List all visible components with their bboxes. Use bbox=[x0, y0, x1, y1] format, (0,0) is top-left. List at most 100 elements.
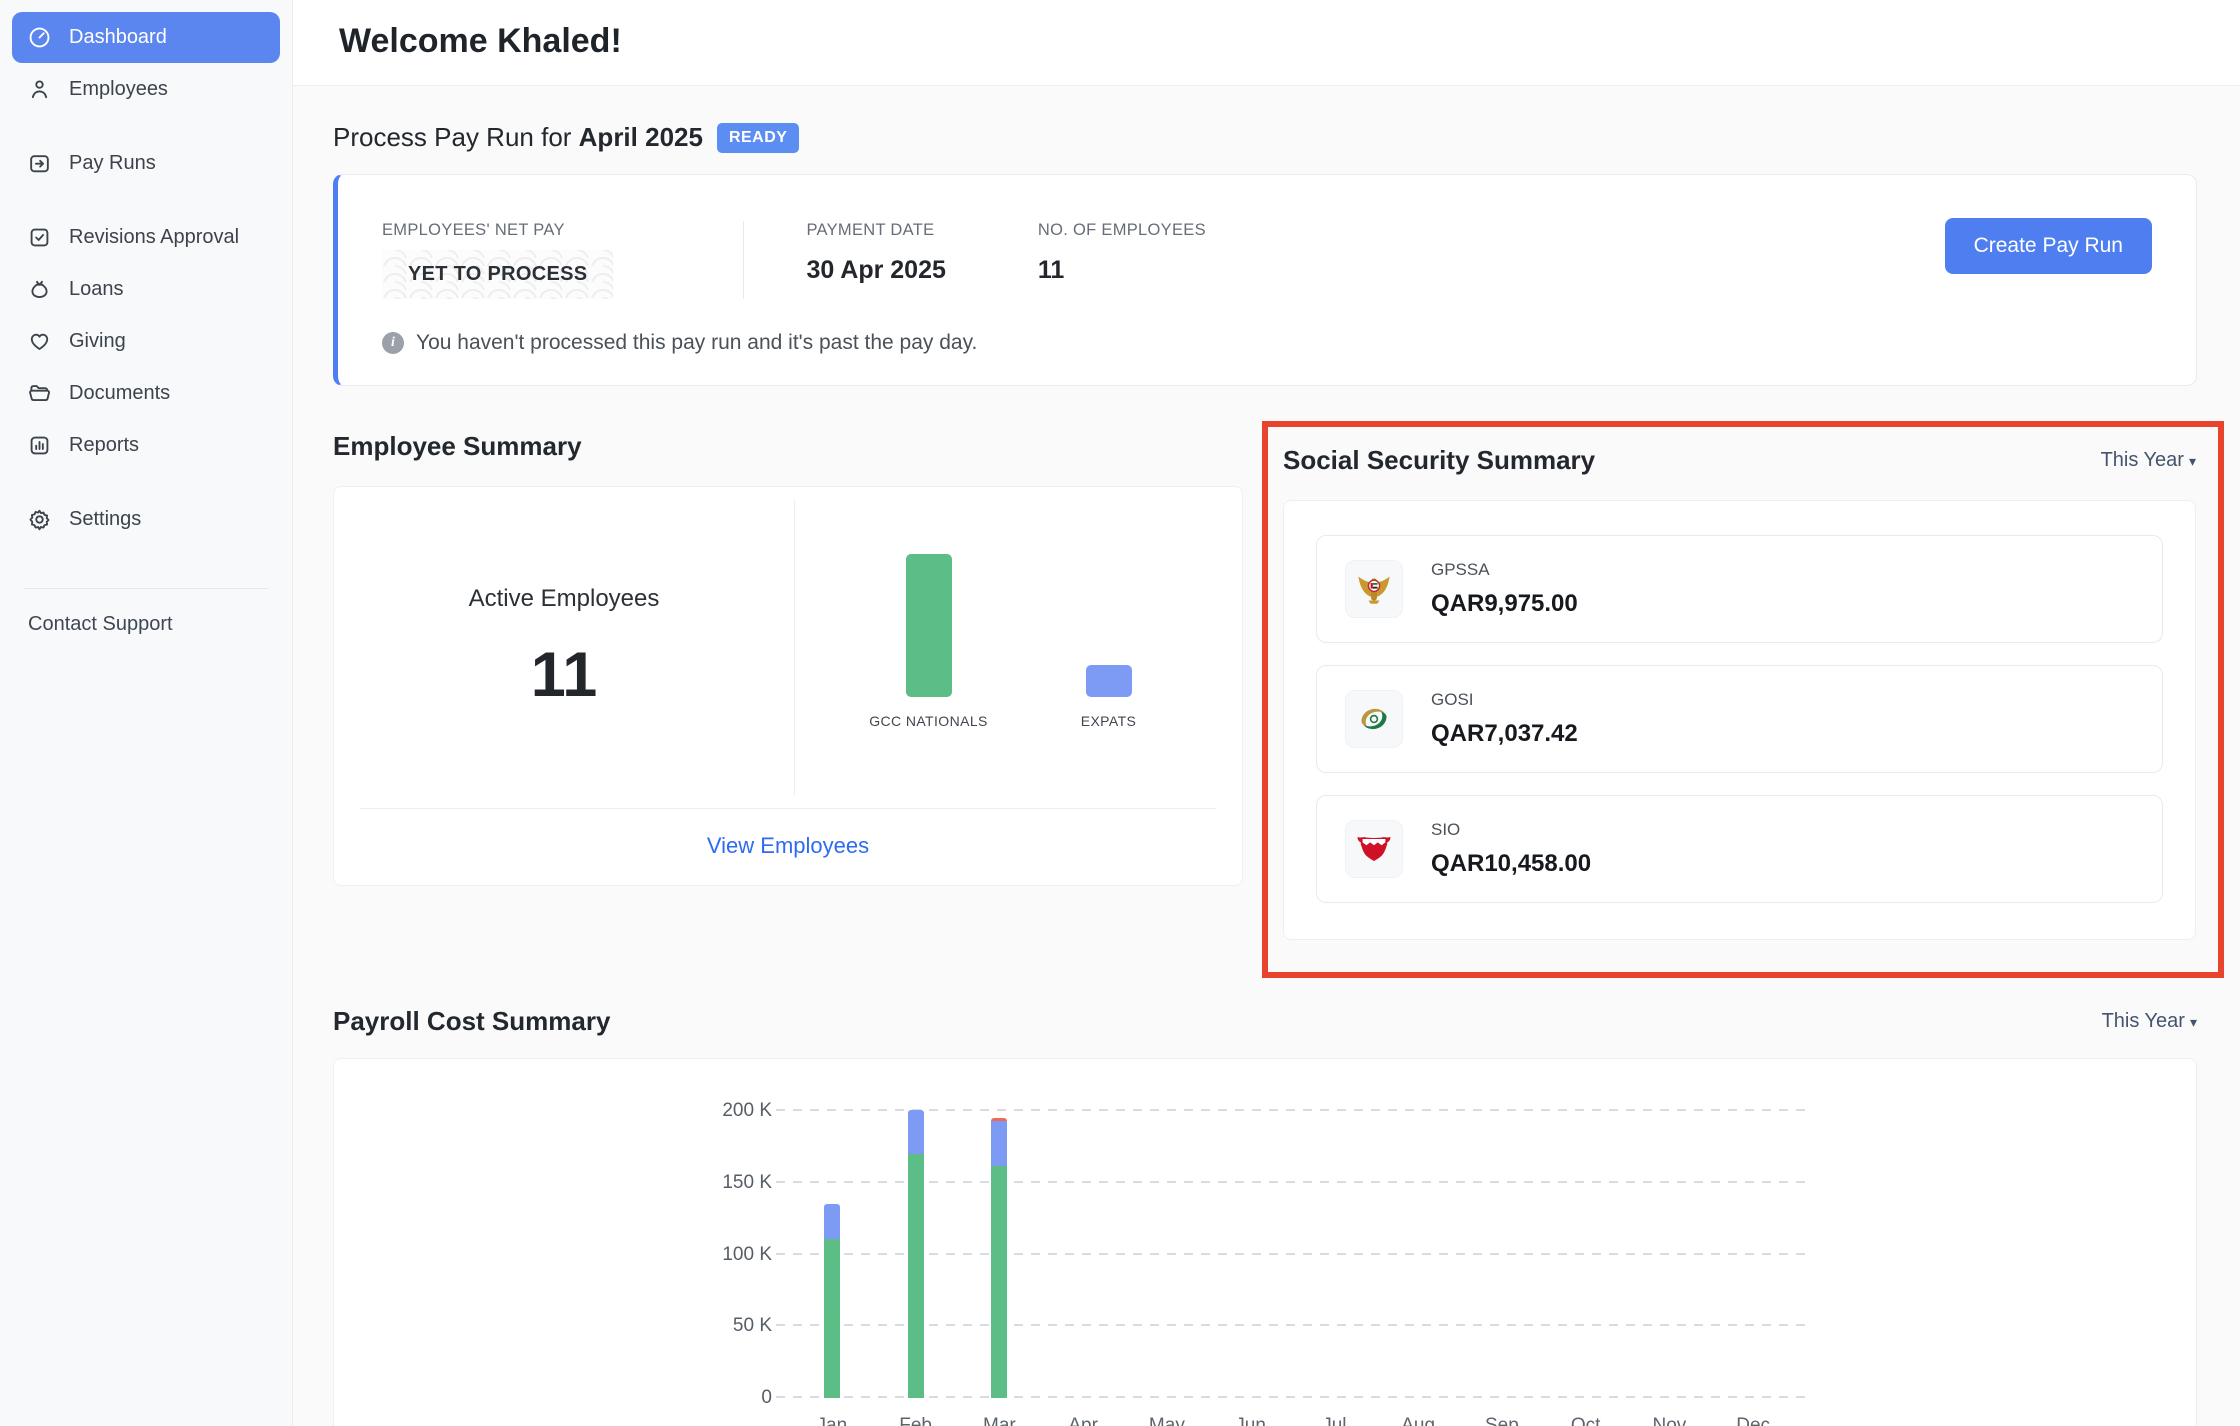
bar-segment-green bbox=[908, 1154, 924, 1398]
active-employees-count: 11 bbox=[531, 639, 598, 711]
social-security-row-text: GOSI QAR7,037.42 bbox=[1431, 690, 1578, 748]
mini-bar-group: GCC NATIONALS bbox=[869, 554, 989, 769]
contact-support-link[interactable]: Contact Support bbox=[12, 589, 280, 660]
sidebar-item-revisions-approval[interactable]: Revisions Approval bbox=[12, 212, 280, 263]
employee-summary-card: Active Employees 11 GCC NATIONALSEXPATS … bbox=[333, 486, 1243, 886]
x-axis-label: Jun 2025 bbox=[1229, 1414, 1271, 1426]
loans-icon bbox=[27, 277, 52, 302]
pay-run-info-text: You haven't processed this pay run and i… bbox=[416, 331, 977, 355]
x-axis-label: Dec 2025 bbox=[1732, 1414, 1774, 1426]
mini-bar bbox=[906, 554, 952, 697]
net-pay-field: EMPLOYEES' NET PAY YET TO PROCESS bbox=[382, 221, 613, 299]
x-axis-label: Apr 2025 bbox=[1062, 1414, 1104, 1426]
page-header: Welcome Khaled! bbox=[293, 0, 2240, 86]
social-security-card: GPSSA QAR9,975.00 bbox=[1283, 500, 2196, 940]
y-axis-tick: 50 K bbox=[672, 1315, 772, 1337]
active-employees-label: Active Employees bbox=[469, 585, 660, 613]
payment-date-label: PAYMENT DATE bbox=[806, 221, 945, 240]
uae-emblem-icon bbox=[1345, 560, 1403, 618]
social-security-title: Social Security Summary bbox=[1283, 445, 1595, 476]
sidebar-item-pay-runs[interactable]: Pay Runs bbox=[12, 138, 280, 189]
sidebar-item-settings[interactable]: Settings bbox=[12, 494, 280, 545]
net-pay-label: EMPLOYEES' NET PAY bbox=[382, 221, 613, 240]
payroll-cost-title: Payroll Cost Summary bbox=[333, 1006, 610, 1037]
pay-run-period: April 2025 bbox=[579, 122, 703, 152]
authority-amount: QAR7,037.42 bbox=[1431, 720, 1578, 748]
y-axis-tick: 100 K bbox=[672, 1244, 772, 1266]
sidebar-item-label: Pay Runs bbox=[69, 152, 156, 175]
revisions-approval-icon bbox=[27, 225, 52, 250]
social-security-row-gosi: GOSI QAR7,037.42 bbox=[1316, 665, 2163, 773]
bar-segment-green bbox=[824, 1239, 840, 1398]
field-divider bbox=[743, 221, 744, 299]
bar-segment-blue bbox=[824, 1204, 840, 1238]
sidebar-item-label: Dashboard bbox=[69, 26, 167, 49]
gridline bbox=[776, 1181, 1805, 1183]
sidebar-item-reports[interactable]: Reports bbox=[12, 420, 280, 471]
giving-icon bbox=[27, 329, 52, 354]
view-employees-link[interactable]: View Employees bbox=[707, 809, 869, 885]
sidebar-item-label: Loans bbox=[69, 278, 124, 301]
y-axis-tick: 200 K bbox=[672, 1100, 772, 1122]
social-security-row-text: SIO QAR10,458.00 bbox=[1431, 820, 1591, 878]
bar-stack-jan-2025 bbox=[824, 1204, 840, 1398]
social-security-period-filter[interactable]: This Year▾ bbox=[2101, 449, 2196, 472]
sidebar-item-dashboard[interactable]: Dashboard bbox=[12, 12, 280, 63]
social-security-row-sio: SIO QAR10,458.00 bbox=[1316, 795, 2163, 903]
sidebar-item-label: Employees bbox=[69, 78, 168, 101]
create-pay-run-button[interactable]: Create Pay Run bbox=[1945, 218, 2152, 274]
filter-label: This Year bbox=[2102, 1010, 2185, 1032]
y-axis-tick: 0 bbox=[672, 1387, 772, 1409]
net-pay-masked-value: YET TO PROCESS bbox=[382, 250, 613, 299]
pay-runs-icon bbox=[27, 151, 52, 176]
employee-card-footer: View Employees bbox=[360, 808, 1216, 885]
mini-bar-group: EXPATS bbox=[1049, 554, 1169, 769]
bar-segment-blue bbox=[908, 1110, 924, 1155]
sidebar-item-documents[interactable]: Documents bbox=[12, 368, 280, 419]
sidebar: Dashboard Employees Pay Runs Revisions A… bbox=[0, 0, 293, 1426]
gridline bbox=[776, 1253, 1805, 1255]
social-security-row-text: GPSSA QAR9,975.00 bbox=[1431, 560, 1578, 618]
payroll-chart: 050 K100 K150 K200 KJan 2025Feb 2025Mar … bbox=[790, 1111, 1795, 1398]
bar-segment-green bbox=[991, 1166, 1007, 1399]
sidebar-item-label: Reports bbox=[69, 434, 139, 457]
x-axis-label: Nov 2025 bbox=[1648, 1414, 1690, 1426]
x-axis-label: Jul 2025 bbox=[1313, 1414, 1355, 1426]
sidebar-item-employees[interactable]: Employees bbox=[12, 64, 280, 115]
payment-date-field: PAYMENT DATE 30 Apr 2025 bbox=[806, 221, 945, 285]
sidebar-group-gap bbox=[12, 190, 280, 212]
sidebar-item-label: Settings bbox=[69, 508, 141, 531]
employee-count-label: NO. OF EMPLOYEES bbox=[1038, 221, 1206, 240]
chevron-down-icon: ▾ bbox=[2189, 453, 2196, 469]
payroll-period-filter[interactable]: This Year▾ bbox=[2102, 1010, 2197, 1033]
mini-bar-label: EXPATS bbox=[1049, 711, 1169, 769]
gosi-logo-icon bbox=[1345, 690, 1403, 748]
x-axis-label: Oct 2025 bbox=[1564, 1414, 1606, 1426]
employee-summary-title: Employee Summary bbox=[333, 431, 582, 462]
social-security-row-gpssa: GPSSA QAR9,975.00 bbox=[1316, 535, 2163, 643]
x-axis-label: Sep 2025 bbox=[1481, 1414, 1523, 1426]
pay-run-title-prefix: Process Pay Run for bbox=[333, 122, 579, 152]
documents-icon bbox=[27, 381, 52, 406]
active-employees-block: Active Employees 11 bbox=[334, 487, 794, 808]
employees-icon bbox=[27, 77, 52, 102]
x-axis-label: Jan 2025 bbox=[811, 1414, 853, 1426]
pay-run-title: Process Pay Run for April 2025READY bbox=[333, 122, 2197, 153]
payroll-cost-card: 050 K100 K150 K200 KJan 2025Feb 2025Mar … bbox=[333, 1058, 2197, 1426]
x-axis-label: Aug 2025 bbox=[1397, 1414, 1439, 1426]
sidebar-item-label: Giving bbox=[69, 330, 126, 353]
sidebar-group-gap bbox=[12, 472, 280, 494]
sidebar-item-giving[interactable]: Giving bbox=[12, 316, 280, 367]
authority-name: GPSSA bbox=[1431, 560, 1578, 580]
bar-stack-mar-2025 bbox=[991, 1118, 1007, 1398]
pay-run-card: EMPLOYEES' NET PAY YET TO PROCESS PAYMEN… bbox=[333, 174, 2197, 386]
reports-icon bbox=[27, 433, 52, 458]
bahrain-emblem-icon bbox=[1345, 820, 1403, 878]
x-axis-label: Mar 2025 bbox=[978, 1414, 1020, 1426]
sidebar-item-loans[interactable]: Loans bbox=[12, 264, 280, 315]
payment-date-value: 30 Apr 2025 bbox=[806, 256, 945, 285]
pay-run-info-row: i You haven't processed this pay run and… bbox=[382, 331, 2152, 355]
x-axis-label: Feb 2025 bbox=[894, 1414, 936, 1426]
sidebar-item-label: Documents bbox=[69, 382, 170, 405]
bar-segment-blue bbox=[991, 1121, 1007, 1166]
